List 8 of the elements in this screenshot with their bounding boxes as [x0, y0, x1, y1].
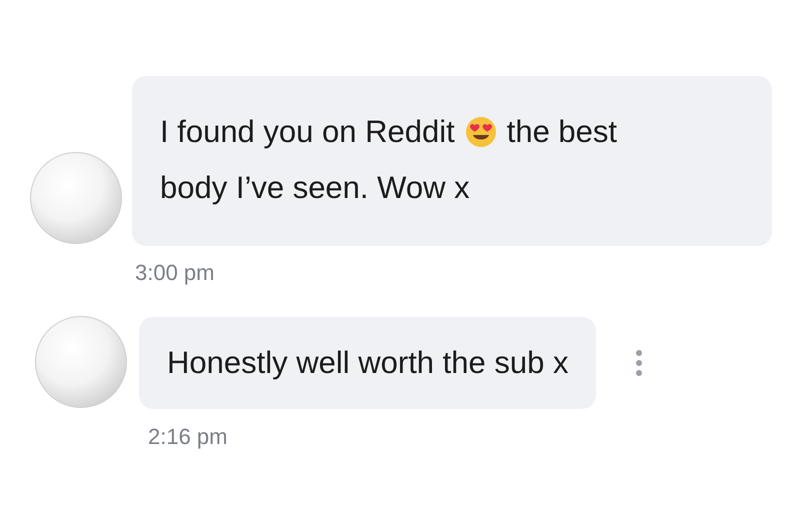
heart-eyes-emoji-icon	[464, 116, 497, 148]
more-options-icon[interactable]	[634, 349, 644, 377]
message-text: the best	[506, 114, 618, 149]
message-text: Honestly well worth the sub x	[167, 345, 568, 380]
message-text: I found you on Reddit	[160, 114, 455, 149]
message-text: body I’ve seen. Wow x	[160, 170, 470, 205]
message-time: 3:00 pm	[135, 260, 216, 286]
message-time: 2:16 pm	[148, 424, 228, 450]
